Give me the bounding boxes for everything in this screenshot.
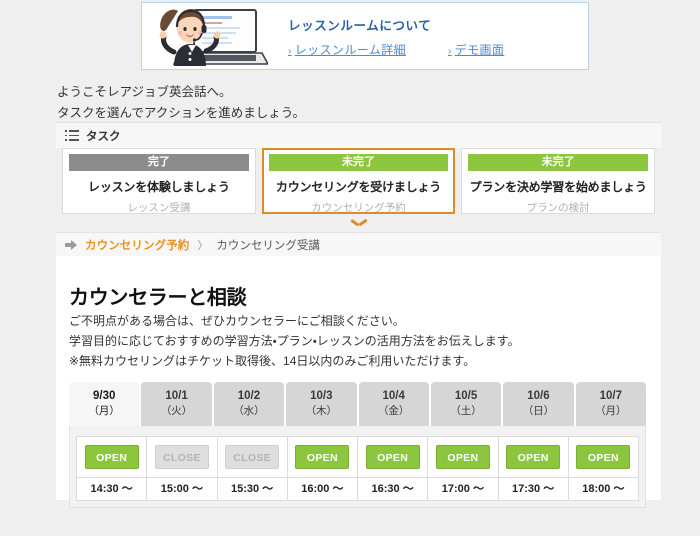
description-line-3: ※無料カウセリングはチケット取得後、14日以内のみご利用いただけます。	[69, 354, 476, 368]
slot-open-button[interactable]: OPEN	[576, 445, 631, 469]
task-card-list: 完了 レッスンを体験しましょう レッスン受講 未完了 カウンセリングを受けましょ…	[56, 148, 661, 214]
time-slot-column: CLOSE 15:30 〜	[217, 437, 288, 500]
date-tab-dow: （日）	[522, 405, 555, 417]
time-slot-column: CLOSE 15:00 〜	[147, 437, 218, 500]
caret-right-icon: ›	[447, 46, 452, 57]
date-tab-list: 9/30 （月） 10/1 （火） 10/2 （水） 10/3 （木） 10/4	[69, 382, 646, 426]
date-tab-1003[interactable]: 10/3 （木）	[286, 382, 357, 426]
lesson-room-detail-label: レッスンルーム詳細	[294, 43, 406, 57]
page-description: ご不明点がある場合は、ぜひカウンセラーにご相談ください。 学習目的に応じておすす…	[69, 311, 520, 371]
breadcrumb-next-step: カウンセリング受講	[216, 239, 320, 252]
date-tab-date: 9/30	[92, 390, 116, 402]
page-title: カウンセラーと相談	[69, 287, 247, 309]
slot-time-label: 15:30 〜	[217, 477, 287, 500]
date-tab-dow: （月）	[88, 405, 120, 417]
demo-screen-label: デモ画面	[454, 43, 505, 57]
time-slot-column: OPEN 16:30 〜	[358, 437, 429, 500]
welcome-text: ようこそレアジョブ英会話へ。 タスクを選んでアクションを進めましょう。	[57, 82, 305, 124]
date-tab-dow: （月）	[595, 405, 627, 417]
banner-title: レッスンルームについて	[288, 19, 432, 33]
description-line-1: ご不明点がある場合は、ぜひカウンセラーにご相談ください。	[69, 314, 405, 328]
date-tab-dow: （火）	[160, 405, 193, 417]
status-badge: 未完了	[468, 154, 649, 171]
slot-open-button[interactable]: OPEN	[365, 445, 420, 469]
date-tab-1004[interactable]: 10/4 （金）	[358, 382, 429, 426]
date-tab-date: 10/6	[527, 390, 550, 402]
date-tab-dow: （土）	[450, 405, 482, 417]
time-slot-column: OPEN 17:00 〜	[428, 437, 499, 500]
task-subtitle: カウンセリング予約	[311, 202, 406, 214]
time-slot-grid: OPEN 14:30 〜 CLOSE 15:00 〜 CLOSE 15:30 〜…	[76, 436, 639, 501]
banner-links: › レッスンルーム詳細 › デモ画面	[288, 41, 504, 58]
list-icon	[65, 130, 79, 141]
breadcrumb-active-step[interactable]: カウンセリング予約	[85, 237, 189, 253]
demo-screen-link[interactable]: › デモ画面	[448, 41, 504, 58]
date-tab-1006[interactable]: 10/6 （日）	[503, 382, 574, 426]
main-content-panel: カウンセラーと相談 ご不明点がある場合は、ぜひカウンセラーにご相談ください。 学…	[56, 256, 661, 508]
time-slot-column: OPEN 14:30 〜	[77, 437, 148, 500]
slot-open-button[interactable]: OPEN	[84, 445, 139, 469]
date-tab-dow: （金）	[377, 405, 410, 417]
slot-open-button[interactable]: OPEN	[506, 445, 561, 469]
page-root: レッスンルームについて › レッスンルーム詳細 › デモ画面 ようこそレアジョブ英会…	[0, 0, 700, 536]
slot-open-button[interactable]: OPEN	[295, 445, 350, 469]
task-subtitle: レッスン受講	[127, 202, 191, 214]
date-tab-date: 10/3	[310, 390, 333, 402]
date-tab-1001[interactable]: 10/1 （火）	[141, 382, 212, 426]
breadcrumb-separator: 〉	[197, 239, 209, 252]
lesson-room-detail-link[interactable]: › レッスンルーム詳細	[288, 41, 406, 58]
date-tab-0930[interactable]: 9/30 （月）	[69, 382, 140, 426]
task-card-plan[interactable]: 未完了 プランを決め学習を始めましょう プランの検討	[461, 148, 656, 214]
date-tab-1005[interactable]: 10/5 （土）	[430, 382, 502, 426]
slot-open-button[interactable]: OPEN	[435, 445, 490, 469]
time-slot-column: OPEN 18:00 〜	[568, 437, 638, 500]
chevron-down-container	[56, 214, 661, 232]
slot-time-label: 16:00 〜	[287, 477, 357, 500]
slot-time-label: 17:30 〜	[498, 477, 568, 500]
description-line-2: 学習目的に応じておすすめの学習方法・プラン・レッスンの活用方法をお伝えします。	[69, 334, 520, 348]
time-slot-column: OPEN 16:00 〜	[287, 437, 358, 500]
welcome-line-2: タスクを選んでアクションを進めましょう。	[57, 106, 306, 120]
status-badge: 完了	[69, 154, 249, 171]
arrow-right-icon	[65, 240, 78, 250]
breadcrumb: カウンセリング予約 〉 カウンセリング受講	[56, 232, 661, 256]
time-slot-panel: OPEN 14:30 〜 CLOSE 15:00 〜 CLOSE 15:30 〜…	[69, 426, 646, 508]
slot-close-button: CLOSE	[154, 445, 209, 469]
status-badge: 未完了	[268, 154, 449, 171]
task-panel-header-label: タスク	[86, 130, 121, 143]
task-card-lesson[interactable]: 完了 レッスンを体験しましょう レッスン受講	[62, 148, 256, 214]
date-tab-date: 10/2	[237, 390, 261, 402]
date-tab-dow: （木）	[305, 405, 338, 417]
caret-right-icon: ›	[288, 46, 292, 57]
slot-time-label: 18:00 〜	[568, 477, 638, 500]
date-tab-date: 10/7	[599, 390, 622, 402]
welcome-line-1: ようこそレアジョブ英会話へ。	[57, 85, 232, 99]
date-tab-date: 10/5	[454, 390, 478, 402]
task-title: レッスンを体験しましょう	[88, 180, 230, 194]
slot-time-label: 15:00 〜	[147, 477, 217, 500]
date-tab-1007[interactable]: 10/7 （月）	[575, 382, 646, 426]
counselor-laptop-illustration	[159, 9, 268, 66]
slot-time-label: 16:30 〜	[358, 477, 428, 500]
task-title: カウンセリングを受けましょう	[275, 180, 442, 194]
time-slot-column: OPEN 17:30 〜	[498, 437, 569, 500]
date-tab-date: 10/4	[382, 390, 405, 402]
date-tab-dow: （水）	[233, 405, 265, 417]
task-panel-header: タスク	[56, 122, 661, 148]
date-tab-1002[interactable]: 10/2 （水）	[213, 382, 285, 426]
date-tab-date: 10/1	[165, 390, 188, 402]
lesson-room-banner: レッスンルームについて › レッスンルーム詳細 › デモ画面	[141, 2, 589, 70]
chevron-down-icon	[352, 219, 365, 227]
slot-time-label: 17:00 〜	[428, 477, 498, 500]
slot-close-button: CLOSE	[225, 445, 280, 469]
task-card-counseling[interactable]: 未完了 カウンセリングを受けましょう カウンセリング予約	[261, 148, 456, 214]
booking-calendar: 9/30 （月） 10/1 （火） 10/2 （水） 10/3 （木） 10/4	[69, 382, 646, 508]
task-title: プランを決め学習を始めましょう	[469, 180, 647, 194]
slot-time-label: 14:30 〜	[77, 477, 147, 500]
task-subtitle: プランの検討	[526, 202, 590, 214]
